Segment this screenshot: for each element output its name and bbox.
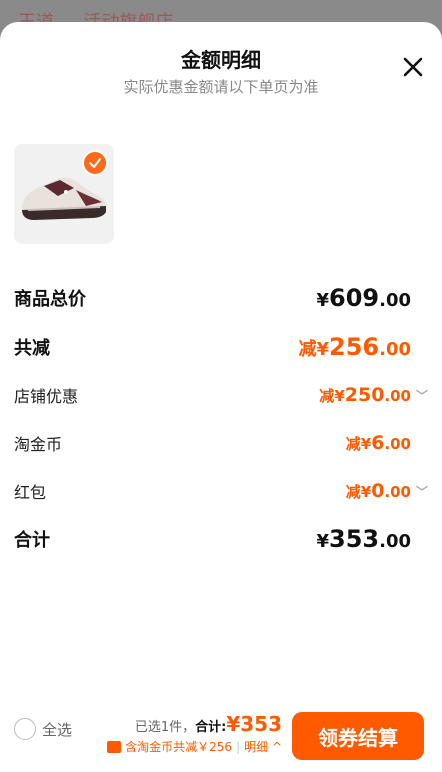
total-price-label: 商品总价: [14, 289, 86, 310]
row-taojinbi: 淘金币 减 ¥6.00: [14, 431, 428, 455]
grand-total-value: ¥353.00: [316, 525, 411, 553]
chevron-down-icon[interactable]: ﹀: [416, 483, 428, 500]
coupon-icon: [107, 740, 122, 753]
total-discount-label: 共减: [14, 338, 50, 359]
hongbao-label: 红包: [14, 483, 47, 502]
row-total-discount: 共减 减 ¥256.00: [14, 333, 428, 361]
checkout-footer: 全选 已选1件，合计:¥353 含淘金币共减￥256 | 明细 ^ 领券结算: [0, 690, 442, 772]
sheet-title: 金额明细: [181, 48, 261, 72]
taojinbi-value: 减 ¥6.00: [345, 432, 411, 454]
grand-total-label: 合计: [14, 530, 50, 551]
summary-total-line: 已选1件，合计:¥353: [84, 712, 282, 736]
select-all-radio[interactable]: [14, 718, 36, 740]
summary-discount-line: 含淘金币共减￥256 | 明细 ^: [84, 738, 282, 755]
row-shop-discount[interactable]: 店铺优惠 减 ¥250.00 ﹀: [14, 383, 428, 407]
hongbao-value: 减 ¥0.00 ﹀: [345, 480, 429, 502]
summary-total-label: 合计:: [195, 720, 227, 735]
shop-discount-label: 店铺优惠: [14, 387, 79, 406]
coin-discount-note: 含淘金币共减￥256: [125, 740, 233, 754]
summary-total-value: ¥353: [226, 712, 282, 736]
sheet-subtitle: 实际优惠金额请以下单页为准: [123, 78, 319, 96]
chevron-down-icon[interactable]: ﹀: [416, 387, 428, 404]
select-all-label: 全选: [42, 720, 73, 739]
taojinbi-label: 淘金币: [14, 435, 63, 454]
close-button[interactable]: [400, 54, 426, 80]
row-grand-total: 合计 ¥353.00: [14, 525, 428, 553]
total-price-value: ¥609.00: [316, 284, 411, 312]
detail-toggle[interactable]: 明细 ^: [244, 738, 282, 755]
product-selected-checkbox[interactable]: [82, 150, 108, 176]
row-total-price: 商品总价 ¥609.00: [14, 284, 428, 312]
check-icon: [89, 158, 101, 168]
selected-count: 已选1件，: [134, 720, 196, 735]
close-icon: [403, 57, 423, 77]
checkout-button[interactable]: 领券结算: [292, 712, 424, 760]
shop-discount-value: 减 ¥250.00 ﹀: [319, 384, 429, 406]
order-summary: 已选1件，合计:¥353 含淘金币共减￥256 | 明细 ^: [84, 712, 282, 755]
total-discount-value: 减 ¥256.00: [298, 333, 411, 361]
select-all-toggle[interactable]: 全选: [14, 718, 72, 740]
row-hongbao[interactable]: 红包 减 ¥0.00 ﹀: [14, 479, 428, 503]
amount-detail-sheet: 金额明细 实际优惠金额请以下单页为准 商品总价 ¥609.00 共减 减 ¥256…: [0, 22, 442, 772]
